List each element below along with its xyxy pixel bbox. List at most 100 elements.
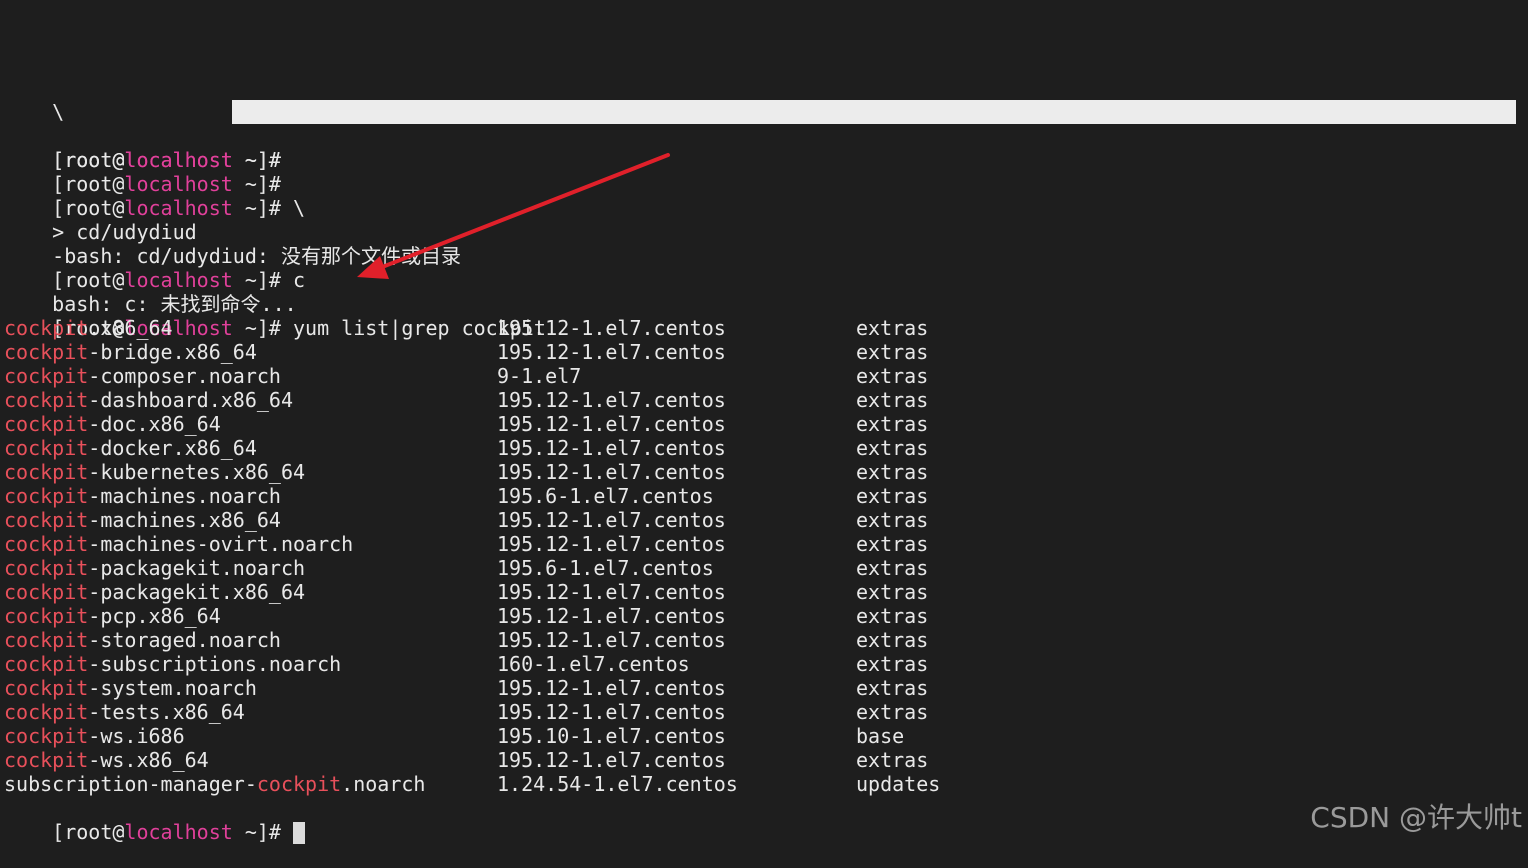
package-name: cockpit.x86_64 [4, 316, 173, 340]
package-name: cockpit-machines.x86_64 [4, 508, 281, 532]
package-repo: extras [856, 388, 929, 412]
grep-match: cockpit [4, 436, 89, 460]
prompt-hostname: localhost [124, 820, 233, 844]
terminal-output[interactable]: \ [root@localhost ~]# [root@localhost ~]… [4, 76, 1528, 844]
package-version: 195.12-1.el7.centos [497, 604, 726, 628]
package-name: cockpit-system.noarch [4, 676, 257, 700]
package-repo: extras [856, 460, 929, 484]
grep-match: cockpit [4, 652, 89, 676]
package-version: 195.12-1.el7.centos [497, 628, 726, 652]
prompt-line: [root@localhost ~]# [4, 148, 1528, 196]
package-row: cockpit-machines.x86_64 195.12-1.el7.cent… [4, 508, 1528, 532]
package-version: 195.10-1.el7.centos [497, 724, 726, 748]
prompt-line-selected: [root@localhost ~]# [4, 100, 1528, 172]
package-version: 195.12-1.el7.centos [497, 460, 726, 484]
package-repo: extras [856, 484, 929, 508]
package-suffix: -packagekit.noarch [88, 556, 306, 580]
grep-match: cockpit [4, 628, 89, 652]
terminal-line: bash: c: 未找到命令... [4, 268, 1528, 316]
watermark: CSDN @许大帅t [1310, 801, 1522, 834]
package-row: cockpit-dashboard.x86_64 195.12-1.el7.cen… [4, 388, 1528, 412]
package-row: cockpit-machines-ovirt.noarch 195.12-1.el… [4, 532, 1528, 556]
package-name: cockpit-packagekit.noarch [4, 556, 305, 580]
prompt-close: ~]# [232, 820, 281, 844]
package-suffix: -tests.x86_64 [88, 700, 245, 724]
package-name: cockpit-machines.noarch [4, 484, 281, 508]
grep-match: cockpit [4, 748, 89, 772]
package-repo: base [856, 724, 905, 748]
package-row: cockpit-tests.x86_64 195.12-1.el7.centos e… [4, 700, 1528, 724]
package-version: 195.12-1.el7.centos [497, 412, 726, 436]
package-row: cockpit-packagekit.x86_64 195.12-1.el7.ce… [4, 580, 1528, 604]
package-suffix: -ws.i686 [88, 724, 185, 748]
package-suffix: .noarch [341, 772, 426, 796]
package-version: 195.12-1.el7.centos [497, 580, 726, 604]
package-name: subscription-manager-cockpit.noarch [4, 772, 425, 796]
package-suffix: -storaged.noarch [88, 628, 281, 652]
package-repo: extras [856, 532, 929, 556]
package-repo: extras [856, 340, 929, 364]
package-repo: extras [856, 316, 929, 340]
package-suffix: -pcp.x86_64 [88, 604, 221, 628]
package-version: 195.12-1.el7.centos [497, 316, 726, 340]
package-row: cockpit-system.noarch 195.12-1.el7.centos… [4, 676, 1528, 700]
grep-match: cockpit [256, 772, 342, 796]
text-cursor[interactable] [293, 822, 306, 844]
package-name: cockpit-ws.i686 [4, 724, 185, 748]
package-version: 160-1.el7.centos [497, 652, 690, 676]
package-name: cockpit-dashboard.x86_64 [4, 388, 293, 412]
package-name: cockpit-storaged.noarch [4, 628, 281, 652]
package-suffix: -machines.noarch [88, 484, 281, 508]
grep-match: cockpit [4, 676, 89, 700]
package-repo: updates [856, 772, 941, 796]
grep-match: cockpit [4, 508, 89, 532]
package-row: cockpit-storaged.noarch 195.12-1.el7.cent… [4, 628, 1528, 652]
package-version: 195.12-1.el7.centos [497, 532, 726, 556]
package-prefix: subscription-manager- [4, 772, 257, 796]
package-name: cockpit-tests.x86_64 [4, 700, 245, 724]
package-name: cockpit-bridge.x86_64 [4, 340, 257, 364]
package-row: cockpit-doc.x86_64 195.12-1.el7.centos ext… [4, 412, 1528, 436]
terminal-line: \ [4, 76, 1528, 124]
package-row: cockpit-subscriptions.noarch 160-1.el7.ce… [4, 652, 1528, 676]
package-repo: extras [856, 412, 929, 436]
package-row: cockpit-ws.i686 195.10-1.el7.centos base [4, 724, 1528, 748]
package-version: 195.12-1.el7.centos [497, 388, 726, 412]
grep-match: cockpit [4, 532, 89, 556]
grep-match: cockpit [4, 484, 89, 508]
prompt-open: [root@ [52, 820, 125, 844]
package-row: cockpit-bridge.x86_64 195.12-1.el7.centos… [4, 340, 1528, 364]
package-version: 1.24.54-1.el7.centos [497, 772, 738, 796]
package-row: cockpit-pcp.x86_64 195.12-1.el7.centos ext… [4, 604, 1528, 628]
package-suffix: -machines.x86_64 [88, 508, 281, 532]
package-repo: extras [856, 556, 929, 580]
package-row: cockpit-kubernetes.x86_64 195.12-1.el7.ce… [4, 460, 1528, 484]
package-repo: extras [856, 436, 929, 460]
prompt-line: [root@localhost ~]# [4, 124, 1528, 172]
package-row: cockpit-composer.noarch 9-1.el7 extras [4, 364, 1528, 388]
package-suffix: -doc.x86_64 [88, 412, 221, 436]
prompt-line-active[interactable]: [root@localhost ~]# [4, 796, 1528, 844]
package-row: subscription-manager-cockpit.noarch 1.24.… [4, 772, 1528, 796]
package-name: cockpit-ws.x86_64 [4, 748, 209, 772]
grep-match: cockpit [4, 700, 89, 724]
grep-match: cockpit [4, 580, 89, 604]
package-version: 195.12-1.el7.centos [497, 748, 726, 772]
prompt-line: [root@localhost ~]# yum list|grep cockpi… [4, 292, 1528, 340]
grep-match: cockpit [4, 412, 89, 436]
package-repo: extras [856, 652, 929, 676]
package-name: cockpit-docker.x86_64 [4, 436, 257, 460]
package-version: 195.12-1.el7.centos [497, 508, 726, 532]
package-name: cockpit-packagekit.x86_64 [4, 580, 305, 604]
package-name: cockpit-subscriptions.noarch [4, 652, 341, 676]
grep-match: cockpit [4, 388, 89, 412]
grep-match: cockpit [4, 724, 89, 748]
selection-highlight [232, 100, 1516, 124]
package-suffix: -docker.x86_64 [88, 436, 257, 460]
package-name: cockpit-machines-ovirt.noarch [4, 532, 353, 556]
package-version: 195.12-1.el7.centos [497, 436, 726, 460]
grep-match: cockpit [4, 364, 89, 388]
package-repo: extras [856, 676, 929, 700]
package-suffix: -machines-ovirt.noarch [88, 532, 354, 556]
grep-match: cockpit [4, 556, 89, 580]
